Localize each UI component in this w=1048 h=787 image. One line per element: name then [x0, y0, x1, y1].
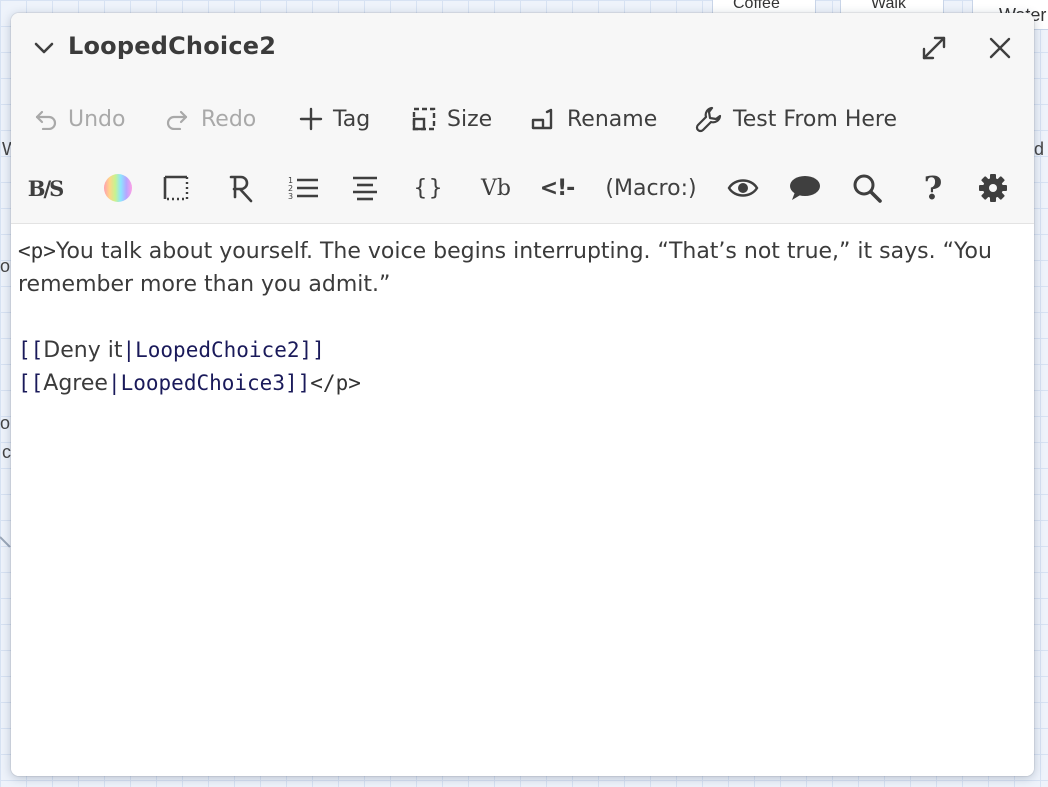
redo-label: Redo — [201, 106, 257, 132]
close-icon[interactable] — [987, 35, 1013, 61]
tag-label: Tag — [333, 106, 371, 132]
link-open: [[ — [18, 371, 44, 395]
align-center-icon — [353, 176, 377, 201]
background-fragment: d — [1034, 139, 1045, 159]
passage-link-line: [[Agree|LoopedChoice3]]</p> — [18, 367, 1027, 400]
format-toolbar: B/S 1 2 3 {} Vb <!- (Macro:) ? — [11, 165, 1034, 211]
bold-strike-icon: B/S — [27, 175, 65, 201]
link-target: LoopedChoice2 — [135, 338, 300, 362]
background-passage-title: Coffee — [733, 0, 780, 12]
border-button[interactable] — [157, 165, 195, 211]
question-mark-icon: ? — [923, 169, 943, 207]
undo-icon — [35, 110, 57, 130]
color-wheel-icon — [104, 174, 132, 202]
undo-label: Undo — [68, 106, 126, 132]
background-passage-card[interactable]: Walk — [840, 0, 944, 14]
gear-icon — [979, 174, 1007, 202]
size-icon — [412, 107, 436, 131]
macro-button[interactable]: (Macro:) — [601, 165, 701, 211]
macro-label: (Macro:) — [605, 175, 697, 201]
list-button[interactable]: 1 2 3 — [283, 165, 323, 211]
find-button[interactable] — [847, 165, 887, 211]
dialog-header: LoopedChoice2 Undo Redo Tag Size Rename … — [11, 13, 1034, 224]
dialog-title-row: LoopedChoice2 — [11, 13, 1034, 85]
speech-bubble-icon — [790, 176, 820, 200]
add-tag-button[interactable]: Tag — [299, 97, 370, 141]
svg-text:3: 3 — [288, 192, 293, 201]
font-style-button[interactable] — [221, 165, 261, 211]
border-icon — [163, 175, 189, 201]
editor-blank-line — [18, 301, 1027, 334]
help-button[interactable]: ? — [913, 165, 953, 211]
html-tag: <p> — [18, 239, 56, 263]
plus-icon — [299, 107, 323, 131]
search-icon — [853, 174, 882, 203]
link-close: ]] — [299, 338, 325, 362]
test-from-here-button[interactable]: Test From Here — [695, 97, 897, 141]
numbered-list-icon: 1 2 3 — [288, 176, 318, 201]
comment-bubble-button[interactable] — [785, 165, 825, 211]
hook-button[interactable]: {} — [409, 165, 449, 211]
comment-markup-icon: <!- — [539, 175, 576, 201]
size-button[interactable]: Size — [411, 97, 492, 141]
link-separator: | — [122, 338, 136, 362]
test-from-here-label: Test From Here — [733, 106, 897, 132]
background-fragment: o — [0, 256, 11, 276]
preview-button[interactable] — [723, 165, 763, 211]
passage-text: You talk about yourself. The voice begin… — [55, 239, 992, 264]
align-button[interactable] — [345, 165, 385, 211]
link-close: ]] — [284, 371, 311, 395]
variable-icon: Vb — [481, 175, 511, 201]
braces-icon: {} — [413, 175, 445, 201]
passage-toolbar: Undo Redo Tag Size Rename Test From Here — [11, 97, 1034, 141]
editor-line: remember more than you admit.” — [18, 268, 1027, 301]
maximize-icon[interactable] — [919, 33, 949, 63]
settings-button[interactable] — [973, 165, 1013, 211]
link-target: LoopedChoice3 — [120, 371, 285, 395]
redo-icon — [166, 110, 188, 130]
background-connector — [0, 536, 11, 548]
comment-button[interactable]: <!- — [537, 165, 577, 211]
passage-text-editor[interactable]: <p>You talk about yourself. The voice be… — [11, 225, 1034, 776]
undo-button[interactable]: Undo — [32, 97, 125, 141]
size-label: Size — [447, 106, 493, 132]
link-separator: | — [107, 371, 121, 395]
passage-text: remember more than you admit.” — [18, 272, 391, 297]
wrench-icon — [695, 106, 722, 133]
rename-label: Rename — [567, 106, 658, 132]
editor-line: <p>You talk about yourself. The voice be… — [18, 235, 1027, 268]
background-fragment: o — [0, 413, 11, 433]
background-fragment: c — [2, 442, 11, 462]
link-label: Deny it — [43, 338, 123, 363]
dialog-title: LoopedChoice2 — [68, 32, 277, 60]
html-tag: </p> — [310, 371, 361, 395]
variable-button[interactable]: Vb — [473, 165, 519, 211]
passage-link-line: [[Deny it|LoopedChoice2]] — [18, 334, 1027, 367]
eye-icon — [727, 179, 759, 197]
link-label: Agree — [43, 371, 108, 396]
chevron-down-icon[interactable] — [33, 39, 55, 57]
background-passage-title: Walk — [871, 0, 906, 12]
passage-edit-dialog: LoopedChoice2 Undo Redo Tag Size Rename … — [11, 13, 1034, 776]
link-open: [[ — [18, 338, 44, 362]
rename-button[interactable]: Rename — [529, 97, 657, 141]
background-passage-card[interactable]: Coffee — [712, 0, 816, 14]
rename-icon — [531, 108, 553, 130]
redo-button[interactable]: Redo — [165, 97, 256, 141]
color-button[interactable] — [99, 165, 137, 211]
bold-strike-button[interactable]: B/S — [23, 165, 67, 211]
font-style-icon — [229, 175, 253, 203]
